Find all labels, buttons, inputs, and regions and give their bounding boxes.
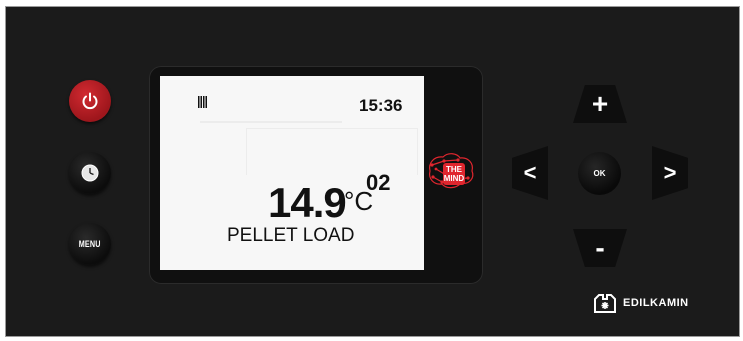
brand-logo: EDILKAMIN [594,293,689,313]
menu-button[interactable]: MENU [69,223,111,265]
the-mind-line1: THE [446,165,463,174]
brand-name: EDILKAMIN [623,297,689,309]
the-mind-logo: THE MIND [429,153,474,189]
clock-button[interactable] [69,152,111,194]
heating-bars-icon [198,96,208,108]
ok-button-label: OK [593,169,606,178]
chevron-left-icon: < [523,160,537,185]
display-ghost-line [200,121,342,123]
display-screen: 15:36 14.9 °C 02 PELLET LOAD [160,76,424,270]
ok-button[interactable]: OK [578,152,621,195]
chevron-right-icon: > [663,160,677,185]
clock-time: 15:36 [359,96,403,115]
temperature-value: 14.9 [268,179,347,226]
edilkamin-logo [594,294,616,313]
power-icon [82,92,98,110]
clock-icon [81,164,99,182]
power-level: 02 [366,170,391,195]
plus-icon: + [591,88,609,119]
status-text: PELLET LOAD [227,225,355,246]
the-mind-line2: MIND [444,174,465,183]
display-ghost-frame [246,128,418,175]
minus-icon: - [595,232,605,263]
menu-button-label: MENU [79,239,101,249]
power-button[interactable] [69,80,111,122]
